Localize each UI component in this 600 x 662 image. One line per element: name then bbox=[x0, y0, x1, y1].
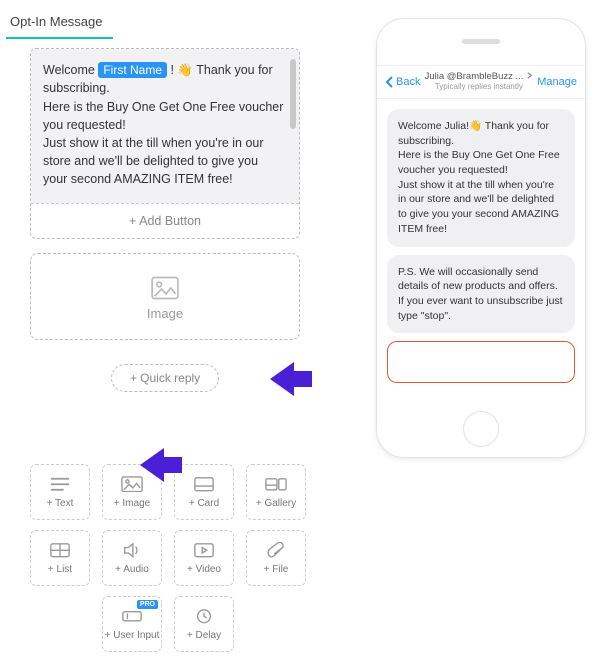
message-bubble-2: P.S. We will occasionally send details o… bbox=[387, 255, 575, 334]
add-button[interactable]: + Add Button bbox=[31, 203, 299, 238]
content-toolbar: + Text + Image + Card + Gallery + List +… bbox=[30, 464, 340, 662]
empty-image-bubble bbox=[387, 341, 575, 383]
phone-title: Julia @BrambleBuzz ... Typically replies… bbox=[420, 72, 537, 91]
tool-delay[interactable]: + Delay bbox=[174, 596, 234, 652]
tool-audio-label: + Audio bbox=[115, 564, 149, 575]
msg-line3: Just show it at the till when you're in … bbox=[43, 136, 264, 186]
phone-speaker bbox=[462, 39, 500, 44]
phone-back-button[interactable]: Back bbox=[385, 76, 420, 88]
msg-line2: Here is the Buy One Get One Free voucher… bbox=[43, 100, 283, 132]
gallery-icon bbox=[265, 476, 287, 494]
tool-image-label: + Image bbox=[114, 498, 150, 509]
tool-delay-label: + Delay bbox=[187, 630, 221, 641]
phone-preview: Back Julia @BrambleBuzz ... Typically re… bbox=[376, 18, 586, 458]
phone-bezel-top bbox=[377, 19, 585, 65]
phone-manage-button[interactable]: Manage bbox=[537, 76, 577, 88]
image-icon bbox=[151, 276, 179, 300]
phone-nav-header: Back Julia @BrambleBuzz ... Typically re… bbox=[377, 65, 585, 99]
message-text-area[interactable]: Welcome First Name ! 👋 Thank you for sub… bbox=[31, 49, 299, 203]
phone-body: Welcome Julia!👋 Thank you for subscribin… bbox=[377, 99, 585, 399]
tool-video[interactable]: + Video bbox=[174, 530, 234, 586]
scrollbar-handle[interactable] bbox=[290, 59, 296, 129]
tool-card-label: + Card bbox=[189, 498, 219, 509]
chevron-right-icon bbox=[526, 72, 533, 79]
tool-card[interactable]: + Card bbox=[174, 464, 234, 520]
message-block[interactable]: Welcome First Name ! 👋 Thank you for sub… bbox=[30, 48, 300, 239]
list-icon bbox=[49, 542, 71, 560]
card-icon bbox=[193, 476, 215, 494]
video-icon bbox=[193, 542, 215, 560]
tool-list-label: + List bbox=[48, 564, 72, 575]
tool-gallery-label: + Gallery bbox=[256, 498, 296, 509]
image-placeholder-block[interactable]: Image bbox=[30, 253, 300, 340]
tool-text[interactable]: + Text bbox=[30, 464, 90, 520]
editor-panel: Welcome First Name ! 👋 Thank you for sub… bbox=[30, 48, 300, 392]
tool-video-label: + Video bbox=[187, 564, 221, 575]
tool-file[interactable]: + File bbox=[246, 530, 306, 586]
tab-opt-in[interactable]: Opt-In Message bbox=[6, 8, 113, 39]
tool-list[interactable]: + List bbox=[30, 530, 90, 586]
image-label: Image bbox=[31, 306, 299, 321]
tool-user-input-label: + User Input bbox=[105, 630, 160, 641]
quick-reply-button[interactable]: + Quick reply bbox=[111, 364, 219, 392]
pro-badge: PRO bbox=[137, 600, 158, 609]
tool-user-input[interactable]: PRO + User Input bbox=[102, 596, 162, 652]
first-name-tag[interactable]: First Name bbox=[98, 62, 167, 78]
clock-icon bbox=[193, 608, 215, 626]
tool-text-label: + Text bbox=[47, 498, 74, 509]
tool-audio[interactable]: + Audio bbox=[102, 530, 162, 586]
phone-back-label: Back bbox=[396, 76, 420, 88]
audio-icon bbox=[121, 542, 143, 560]
tool-gallery[interactable]: + Gallery bbox=[246, 464, 306, 520]
text-lines-icon bbox=[49, 476, 71, 494]
phone-home-button[interactable] bbox=[463, 411, 499, 447]
tool-file-label: + File bbox=[264, 564, 289, 575]
quick-reply-row: + Quick reply bbox=[30, 364, 300, 392]
paperclip-icon bbox=[265, 542, 287, 560]
message-text[interactable]: Welcome First Name ! 👋 Thank you for sub… bbox=[43, 61, 285, 191]
chevron-left-icon bbox=[385, 76, 394, 88]
phone-title-line2: Typically replies instantly bbox=[420, 83, 537, 92]
msg-prefix: Welcome bbox=[43, 63, 98, 77]
message-bubble-1: Welcome Julia!👋 Thank you for subscribin… bbox=[387, 109, 575, 247]
user-input-icon bbox=[121, 608, 143, 626]
